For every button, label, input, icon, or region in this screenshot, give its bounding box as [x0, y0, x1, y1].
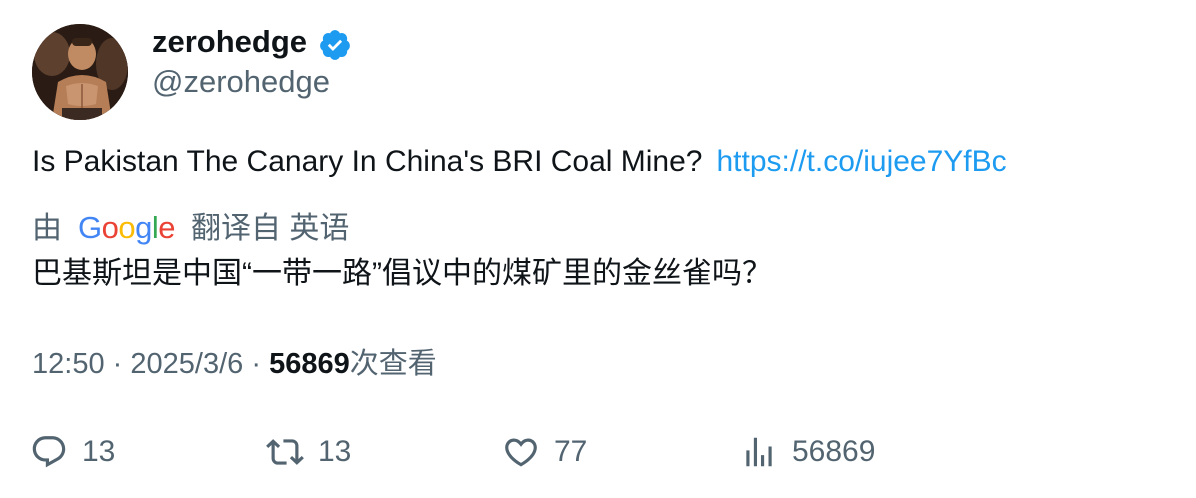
views-count: 56869: [269, 348, 350, 380]
views-label: 次查看: [349, 348, 437, 380]
meta-separator: ·: [251, 348, 261, 380]
user-handle[interactable]: @zerohedge: [152, 62, 330, 102]
translation-suffix[interactable]: 翻译自 英语: [191, 212, 349, 245]
reply-count: 13: [82, 435, 116, 468]
meta-separator: ·: [112, 348, 123, 380]
translation-attribution: 由 Google 翻译自 英语: [32, 208, 349, 249]
tweet-meta: 12:50 · 2025/3/6 · 56869次查看: [32, 344, 437, 384]
google-logo[interactable]: Google: [78, 208, 176, 248]
reply-button[interactable]: 13: [30, 428, 115, 476]
verified-badge-icon: [320, 30, 350, 60]
retweet-button[interactable]: 13: [266, 428, 351, 476]
action-bar: 13 13 77 56869: [0, 428, 1196, 476]
display-name[interactable]: zerohedge: [152, 22, 307, 62]
tweet-date[interactable]: 2025/3/6: [130, 348, 243, 380]
tweet-link[interactable]: https://t.co/iujee7YfBc: [717, 145, 1007, 178]
tweet-time[interactable]: 12:50: [32, 348, 105, 380]
views-action-count: 56869: [792, 435, 876, 468]
retweet-icon: [266, 439, 304, 465]
reply-icon: [32, 436, 66, 468]
like-button[interactable]: 77: [502, 428, 587, 476]
avatar[interactable]: [32, 24, 128, 120]
retweet-count: 13: [318, 435, 352, 468]
avatar-photo: [32, 24, 128, 120]
translation-prefix: 由: [32, 212, 62, 245]
analytics-icon: [746, 437, 772, 467]
tweet-card: zerohedge @zerohedge Is Pakistan The Can…: [0, 0, 1196, 498]
translated-text: 巴基斯坦是中国“一带一路”倡议中的煤矿里的金丝雀吗？: [32, 257, 772, 290]
heart-icon: [505, 438, 537, 467]
like-count: 77: [554, 435, 588, 468]
tweet-body: Is Pakistan The Canary In China's BRI Co…: [32, 142, 1007, 182]
tweet-text: Is Pakistan The Canary In China's BRI Co…: [32, 145, 703, 178]
views-button[interactable]: 56869: [740, 428, 875, 476]
